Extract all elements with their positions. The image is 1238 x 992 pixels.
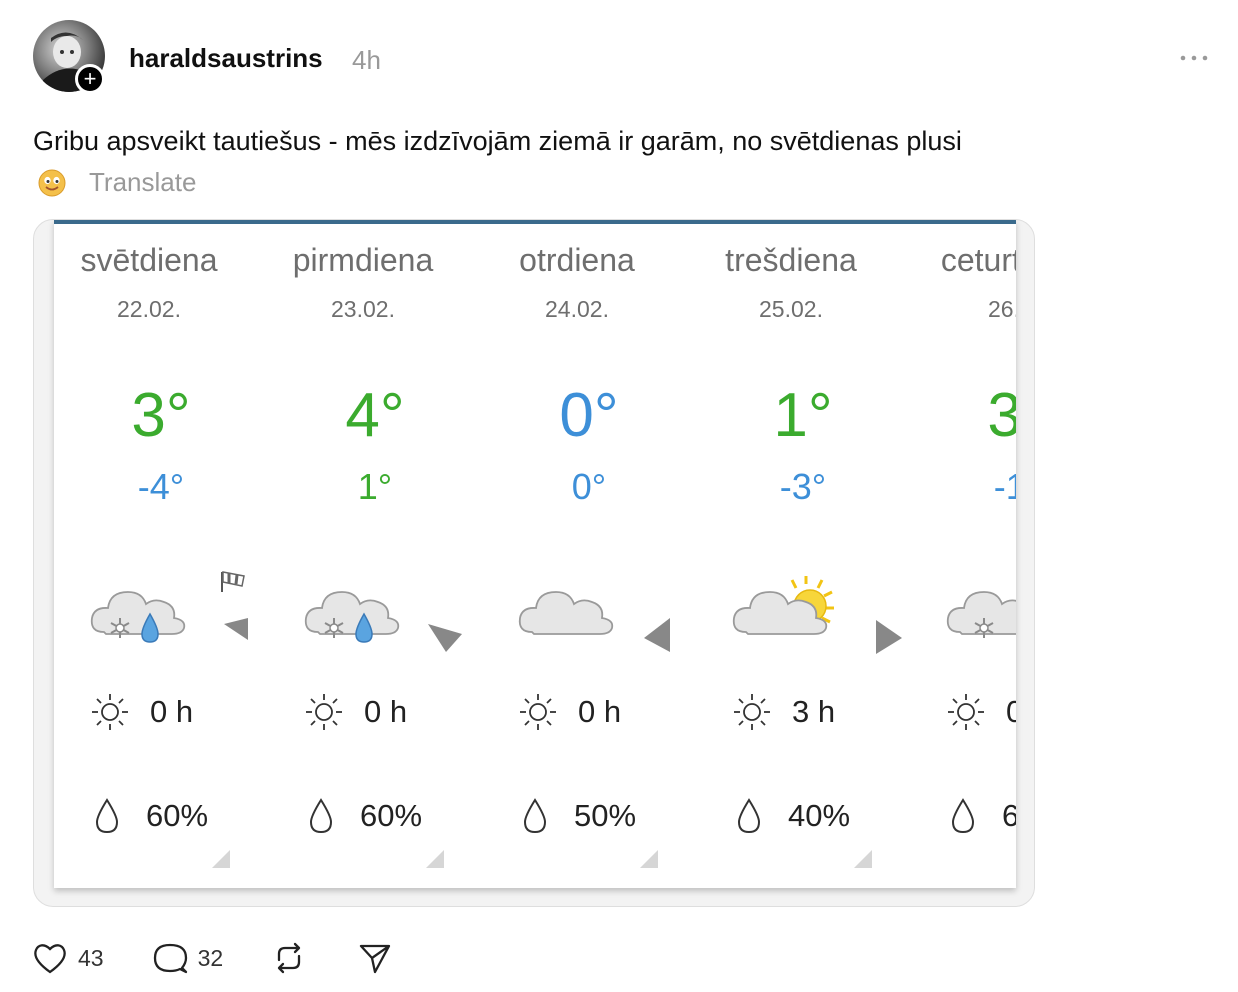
day-date: 22.02. bbox=[117, 296, 181, 322]
post-time: 4h bbox=[352, 45, 381, 75]
min-temperature: -4° bbox=[137, 466, 185, 507]
forecast-day: otrdiena 24.02. 0° 0° 0 h 50% bbox=[482, 224, 696, 888]
repost-button[interactable] bbox=[271, 940, 307, 976]
sun-outline-icon bbox=[306, 694, 342, 730]
comment-count: 32 bbox=[197, 944, 224, 971]
max-temperature: 3° bbox=[910, 380, 1016, 451]
translate-link[interactable]: Translate bbox=[37, 167, 196, 198]
sun-outline-icon bbox=[734, 694, 770, 730]
precipitation-chance: 50% bbox=[522, 798, 636, 834]
wind-arrow-icon bbox=[428, 624, 462, 652]
post-actions: 43 32 bbox=[32, 940, 393, 976]
min-temperature: -1° bbox=[993, 466, 1016, 507]
precipitation-chance: 60% bbox=[308, 798, 422, 834]
follow-plus-icon[interactable]: + bbox=[75, 64, 105, 94]
post-text: Gribu apsveikt tautiešus - mēs izdzīvojā… bbox=[33, 126, 962, 156]
precip-value: 50% bbox=[574, 798, 637, 833]
day-name: otrdiena bbox=[519, 242, 635, 278]
forecast-day: ceturtdiena 26.02. 3° -1° 0 h 60% bbox=[910, 224, 1016, 888]
max-temperature: 3° bbox=[131, 381, 191, 450]
comment-button[interactable]: 32 bbox=[152, 941, 224, 975]
repost-icon[interactable] bbox=[271, 940, 307, 976]
max-temperature: 0° bbox=[559, 381, 619, 450]
sun-hours-value: 0 h bbox=[1006, 694, 1016, 730]
precipitation-chance: 60% bbox=[94, 798, 208, 834]
min-temperature: 0° bbox=[571, 466, 607, 507]
like-button[interactable]: 43 bbox=[32, 941, 104, 975]
sun-behind-cloud-icon bbox=[732, 576, 834, 635]
day-name: ceturtdiena bbox=[940, 242, 1016, 278]
sun-hours-value: 0 h bbox=[364, 694, 408, 729]
corner-indicator bbox=[212, 850, 230, 868]
wind-arrow-icon bbox=[876, 620, 902, 654]
corner-indicator bbox=[640, 850, 658, 868]
max-temperature: 4° bbox=[345, 381, 405, 450]
comment-icon[interactable] bbox=[152, 941, 188, 975]
precip-value: 60% bbox=[146, 798, 209, 833]
forecast-day: pirmdiena 23.02. 4° 1° 0 h 60% bbox=[268, 224, 482, 888]
raindrop-icon bbox=[737, 798, 761, 834]
day-name: svētdiena bbox=[80, 242, 218, 278]
windsock-icon bbox=[221, 571, 248, 640]
min-temperature: 1° bbox=[357, 466, 393, 507]
precip-value: 60% bbox=[1002, 798, 1016, 834]
sun-hours-value: 0 h bbox=[578, 694, 622, 729]
day-name: trešdiena bbox=[725, 242, 857, 278]
day-date: 23.02. bbox=[331, 296, 395, 322]
precip-value: 40% bbox=[788, 798, 851, 833]
sun-hours-value: 3 h bbox=[792, 694, 836, 729]
precipitation-chance: 60% bbox=[950, 798, 1016, 834]
cloud-snow-rain-icon bbox=[304, 591, 400, 643]
translate-label[interactable]: Translate bbox=[89, 167, 196, 198]
forecast-day: trešdiena 25.02. 1° -3° 3 h 40% bbox=[696, 224, 910, 888]
username[interactable]: haraldsaustrins bbox=[129, 43, 323, 74]
precip-value: 60% bbox=[360, 798, 423, 833]
precipitation-chance: 40% bbox=[736, 798, 850, 834]
raindrop-icon bbox=[523, 798, 547, 834]
share-button[interactable] bbox=[357, 940, 393, 976]
forecast-day: svētdiena 22.02. 3° -4° 0 h 60% bbox=[54, 224, 268, 888]
corner-indicator bbox=[426, 850, 444, 868]
cloud-snow-icon bbox=[946, 591, 1016, 638]
sunshine-hours: 0 h bbox=[518, 692, 621, 732]
raindrop-icon bbox=[951, 798, 975, 834]
wind-arrow-icon bbox=[644, 618, 670, 652]
like-count: 43 bbox=[78, 944, 104, 971]
sun-outline-icon bbox=[520, 694, 556, 730]
post-image[interactable]: svētdiena 22.02. 3° -4° 0 h 60% pirmdien… bbox=[33, 219, 1035, 907]
avatar-wrapper[interactable]: + bbox=[33, 20, 105, 94]
sunshine-hours: 0 h bbox=[304, 692, 407, 732]
sun-outline-icon bbox=[92, 694, 128, 730]
more-options-icon[interactable] bbox=[1178, 44, 1210, 72]
share-icon[interactable] bbox=[357, 940, 393, 976]
cloud-icon bbox=[518, 591, 614, 635]
cloud-snow-rain-icon bbox=[90, 591, 186, 643]
sun-outline-icon bbox=[948, 694, 984, 730]
min-temperature: -3° bbox=[779, 466, 827, 507]
sunshine-hours: 0 h bbox=[90, 692, 193, 732]
day-date: 26.02. bbox=[988, 296, 1016, 322]
day-name: pirmdiena bbox=[292, 242, 434, 278]
max-temperature: 1° bbox=[773, 381, 833, 450]
weather-forecast-widget: svētdiena 22.02. 3° -4° 0 h 60% pirmdien… bbox=[54, 220, 1016, 888]
raindrop-icon bbox=[309, 798, 333, 834]
smiley-emoji-icon bbox=[38, 169, 66, 196]
heart-icon[interactable] bbox=[32, 941, 68, 975]
sunshine-hours: 3 h bbox=[732, 692, 835, 732]
sunshine-hours: 0 h bbox=[946, 692, 1016, 732]
raindrop-icon bbox=[95, 798, 119, 834]
day-date: 25.02. bbox=[759, 296, 823, 322]
sun-hours-value: 0 h bbox=[150, 694, 194, 729]
day-date: 24.02. bbox=[545, 296, 609, 322]
corner-indicator bbox=[854, 850, 872, 868]
